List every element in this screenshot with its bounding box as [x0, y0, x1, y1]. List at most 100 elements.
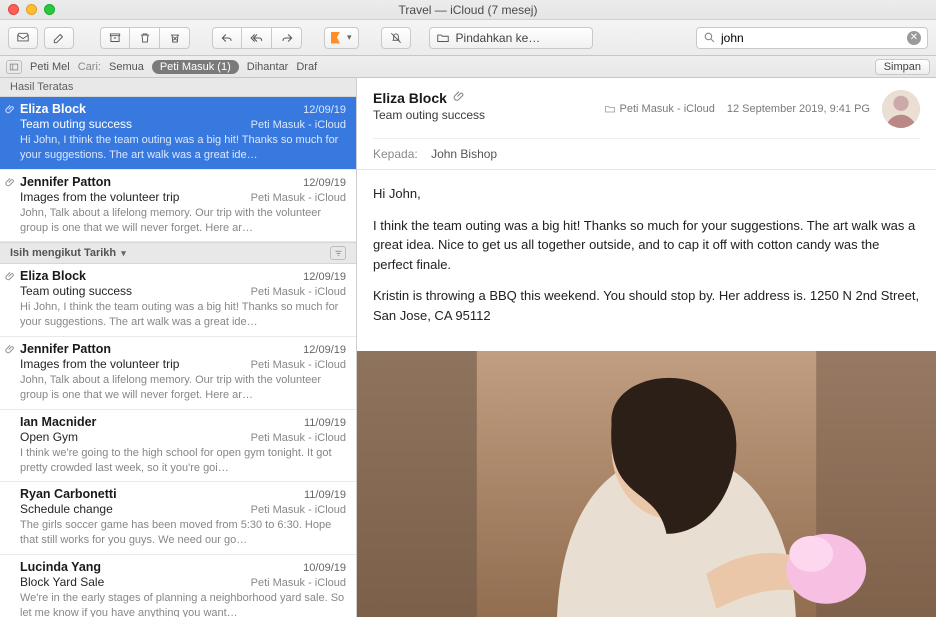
- message-preview: Hi John, I think the team outing was a b…: [20, 133, 346, 163]
- message-from: Ryan Carbonetti: [20, 487, 117, 501]
- message-preview: The girls soccer game has been moved fro…: [20, 518, 346, 548]
- attachment-icon: [5, 104, 16, 118]
- reply-all-icon: [250, 31, 264, 45]
- scope-sent[interactable]: Dihantar: [247, 61, 289, 73]
- trash-icon: [138, 31, 152, 45]
- get-mail-button[interactable]: [8, 27, 38, 49]
- message-date: 12/09/19: [303, 271, 346, 283]
- message-subject: Block Yard Sale: [20, 575, 104, 589]
- reader-to-label: Kepada:: [373, 147, 418, 161]
- message-row[interactable]: Jennifer Patton12/09/19Images from the v…: [0, 337, 356, 410]
- scope-inbox[interactable]: Peti Masuk (1): [152, 60, 239, 74]
- attachment-icon: [453, 90, 466, 106]
- close-window-button[interactable]: [8, 4, 19, 15]
- message-mailbox: Peti Masuk - iCloud: [251, 192, 346, 204]
- reader-to-value[interactable]: John Bishop: [431, 147, 497, 161]
- chevron-down-icon: ▾: [121, 248, 126, 258]
- search-scope-label: Cari:: [78, 61, 101, 73]
- mailbox-favorite[interactable]: Peti Mel: [30, 61, 70, 73]
- mute-button[interactable]: [381, 27, 411, 49]
- window-title: Travel — iCloud (7 mesej): [0, 3, 936, 17]
- message-from: Ian Macnider: [20, 415, 96, 429]
- message-preview: John, Talk about a lifelong memory. Our …: [20, 206, 346, 236]
- titlebar: Travel — iCloud (7 mesej): [0, 0, 936, 20]
- body-paragraph: Hi John,: [373, 184, 920, 204]
- message-subject: Images from the volunteer trip: [20, 357, 179, 371]
- sort-label: Isih mengikut Tarikh: [10, 247, 116, 259]
- archive-button[interactable]: [100, 27, 130, 49]
- message-subject: Team outing success: [20, 284, 132, 298]
- junk-button[interactable]: [160, 27, 190, 49]
- delete-button[interactable]: [130, 27, 160, 49]
- folder-icon: [436, 31, 450, 45]
- message-row[interactable]: Lucinda Yang10/09/19Block Yard SalePeti …: [0, 555, 356, 617]
- flag-button[interactable]: ▾: [324, 27, 359, 49]
- move-to-button[interactable]: Pindahkan ke…: [429, 27, 593, 49]
- forward-button[interactable]: [272, 27, 302, 49]
- reply-all-button[interactable]: [242, 27, 272, 49]
- filter-button[interactable]: [330, 246, 346, 260]
- body-paragraph: I think the team outing was a big hit! T…: [373, 216, 920, 275]
- search-input[interactable]: [721, 31, 902, 45]
- message-mailbox: Peti Masuk - iCloud: [251, 504, 346, 516]
- reader-subject: Team outing success: [373, 108, 594, 122]
- minimize-window-button[interactable]: [26, 4, 37, 15]
- message-subject: Open Gym: [20, 430, 78, 444]
- toolbar: ▾ Pindahkan ke… ✕: [0, 20, 936, 56]
- message-subject: Team outing success: [20, 117, 132, 131]
- attachment-icon: [5, 177, 16, 191]
- save-search-button[interactable]: Simpan: [875, 59, 930, 75]
- compose-icon: [52, 31, 66, 45]
- message-mailbox: Peti Masuk - iCloud: [251, 432, 346, 444]
- message-subject: Images from the volunteer trip: [20, 190, 179, 204]
- message-row[interactable]: Eliza Block 12/09/19 Team outing success Pe…: [0, 97, 356, 170]
- forward-icon: [280, 31, 294, 45]
- archive-icon: [108, 31, 122, 45]
- zoom-window-button[interactable]: [44, 4, 55, 15]
- sort-header[interactable]: Isih mengikut Tarikh ▾: [0, 242, 356, 264]
- sender-avatar[interactable]: [882, 90, 920, 128]
- reader-datetime: 12 September 2019, 9:41 PG: [727, 103, 870, 115]
- message-date: 11/09/19: [304, 417, 346, 429]
- message-from: Eliza Block: [20, 102, 86, 116]
- window-controls: [8, 4, 55, 15]
- message-date: 12/09/19: [303, 344, 346, 356]
- message-row[interactable]: Ryan Carbonetti11/09/19Schedule changePe…: [0, 482, 356, 555]
- folder-icon: [604, 103, 616, 115]
- scope-all[interactable]: Semua: [109, 61, 144, 73]
- main-split: Hasil Teratas Eliza Block 12/09/19 Team ou…: [0, 78, 936, 617]
- show-mailboxes-button[interactable]: [6, 60, 22, 74]
- reader-attachment-image[interactable]: [357, 351, 936, 617]
- move-to-label: Pindahkan ke…: [456, 31, 541, 45]
- body-paragraph: Kristin is throwing a BBQ this weekend. …: [373, 286, 920, 325]
- reader-header: Eliza Block Team outing success Peti Mas…: [357, 78, 936, 170]
- message-row[interactable]: Eliza Block12/09/19Team outing successPe…: [0, 264, 356, 337]
- message-preview: We're in the early stages of planning a …: [20, 591, 346, 617]
- reader-mailbox-label: Peti Masuk - iCloud: [620, 103, 715, 115]
- message-row[interactable]: Ian Macnider 11/09/19 Open Gym Peti Masuk -…: [0, 410, 356, 483]
- message-date: 12/09/19: [303, 104, 346, 116]
- message-from: Jennifer Patton: [20, 175, 111, 189]
- message-preview: I think we're going to the high school f…: [20, 446, 346, 476]
- chevron-down-icon: ▾: [347, 32, 352, 43]
- favorites-bar: Peti Mel Cari: Semua Peti Masuk (1) Diha…: [0, 56, 936, 78]
- message-from: Eliza Block: [20, 269, 86, 283]
- flag-icon: [331, 32, 341, 44]
- clear-search-button[interactable]: ✕: [907, 31, 921, 45]
- message-date: 11/09/19: [304, 489, 346, 501]
- search-field[interactable]: ✕: [696, 27, 928, 49]
- scope-drafts[interactable]: Draf: [296, 61, 317, 73]
- reader-mailbox[interactable]: Peti Masuk - iCloud: [604, 103, 715, 115]
- message-mailbox: Peti Masuk - iCloud: [251, 359, 346, 371]
- bell-slash-icon: [389, 31, 403, 45]
- message-date: 12/09/19: [303, 177, 346, 189]
- message-mailbox: Peti Masuk - iCloud: [251, 119, 346, 131]
- message-row[interactable]: Jennifer Patton 12/09/19 Images from the v…: [0, 170, 356, 243]
- attachment-icon: [5, 271, 16, 285]
- reply-button[interactable]: [212, 27, 242, 49]
- attachment-icon: [5, 344, 16, 358]
- message-mailbox: Peti Masuk - iCloud: [251, 577, 346, 589]
- top-hits-header: Hasil Teratas: [0, 78, 356, 97]
- reading-pane: Eliza Block Team outing success Peti Mas…: [357, 78, 936, 617]
- compose-button[interactable]: [44, 27, 74, 49]
